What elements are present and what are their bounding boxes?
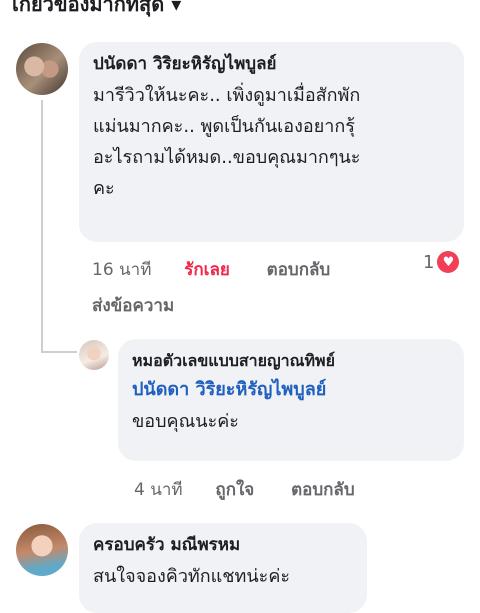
comment-author[interactable]: ปนัดดา วิริยะหิรัญไพบูลย์ xyxy=(93,52,450,76)
mention-link[interactable]: ปนัดดา วิริยะหิรัญไพบูลย์ xyxy=(132,377,450,403)
reply-button[interactable]: ตอบกลับ xyxy=(291,480,355,500)
comment-meta: 4 นาที ถูกใจ ตอบกลับ xyxy=(134,476,355,503)
reaction-summary[interactable]: 1 ♥ xyxy=(423,251,460,273)
comment-text: ขอบคุณนะค่ะ xyxy=(132,411,239,432)
send-message-button[interactable]: ส่งข้อความ xyxy=(92,292,174,319)
reply-bubble: หมอตัวเลขแบบสายญาณทิพย์ ปนัดดา วิริยะหิร… xyxy=(118,339,464,461)
avatar[interactable] xyxy=(16,524,68,576)
heart-icon: ♥ xyxy=(437,251,460,273)
thread-line xyxy=(41,100,43,353)
comment-meta: 16 นาที รักเลย ตอบกลับ xyxy=(92,256,330,283)
reaction-count: 1 xyxy=(423,251,435,273)
reply-button[interactable]: ตอบกลับ xyxy=(267,260,331,280)
thread-line-branch xyxy=(41,351,77,353)
comment-text: สนใจจองคิวทักแชทน่ะค่ะ xyxy=(93,566,291,587)
comment-author[interactable]: หมอตัวเลขแบบสายญาณทิพย์ xyxy=(132,349,450,373)
avatar[interactable] xyxy=(16,43,68,95)
love-reaction-button[interactable]: รักเลย xyxy=(184,260,230,280)
avatar[interactable] xyxy=(79,340,109,370)
comment-author[interactable]: ครอบครัว มณีพรหม xyxy=(93,533,353,557)
like-button[interactable]: ถูกใจ xyxy=(215,480,254,500)
sort-filter-label[interactable]: เกี่ยวข้องมากที่สุด ▾ xyxy=(12,0,181,20)
comment-timestamp[interactable]: 4 นาที xyxy=(134,480,183,500)
comment-text: มารีวิวให้นะคะ.. เพิ่งดูมาเมื่อสักพัก แม… xyxy=(93,85,361,199)
comment-timestamp[interactable]: 16 นาที xyxy=(92,260,151,280)
comment-bubble: ปนัดดา วิริยะหิรัญไพบูลย์ มารีวิวให้นะคะ… xyxy=(79,42,464,242)
